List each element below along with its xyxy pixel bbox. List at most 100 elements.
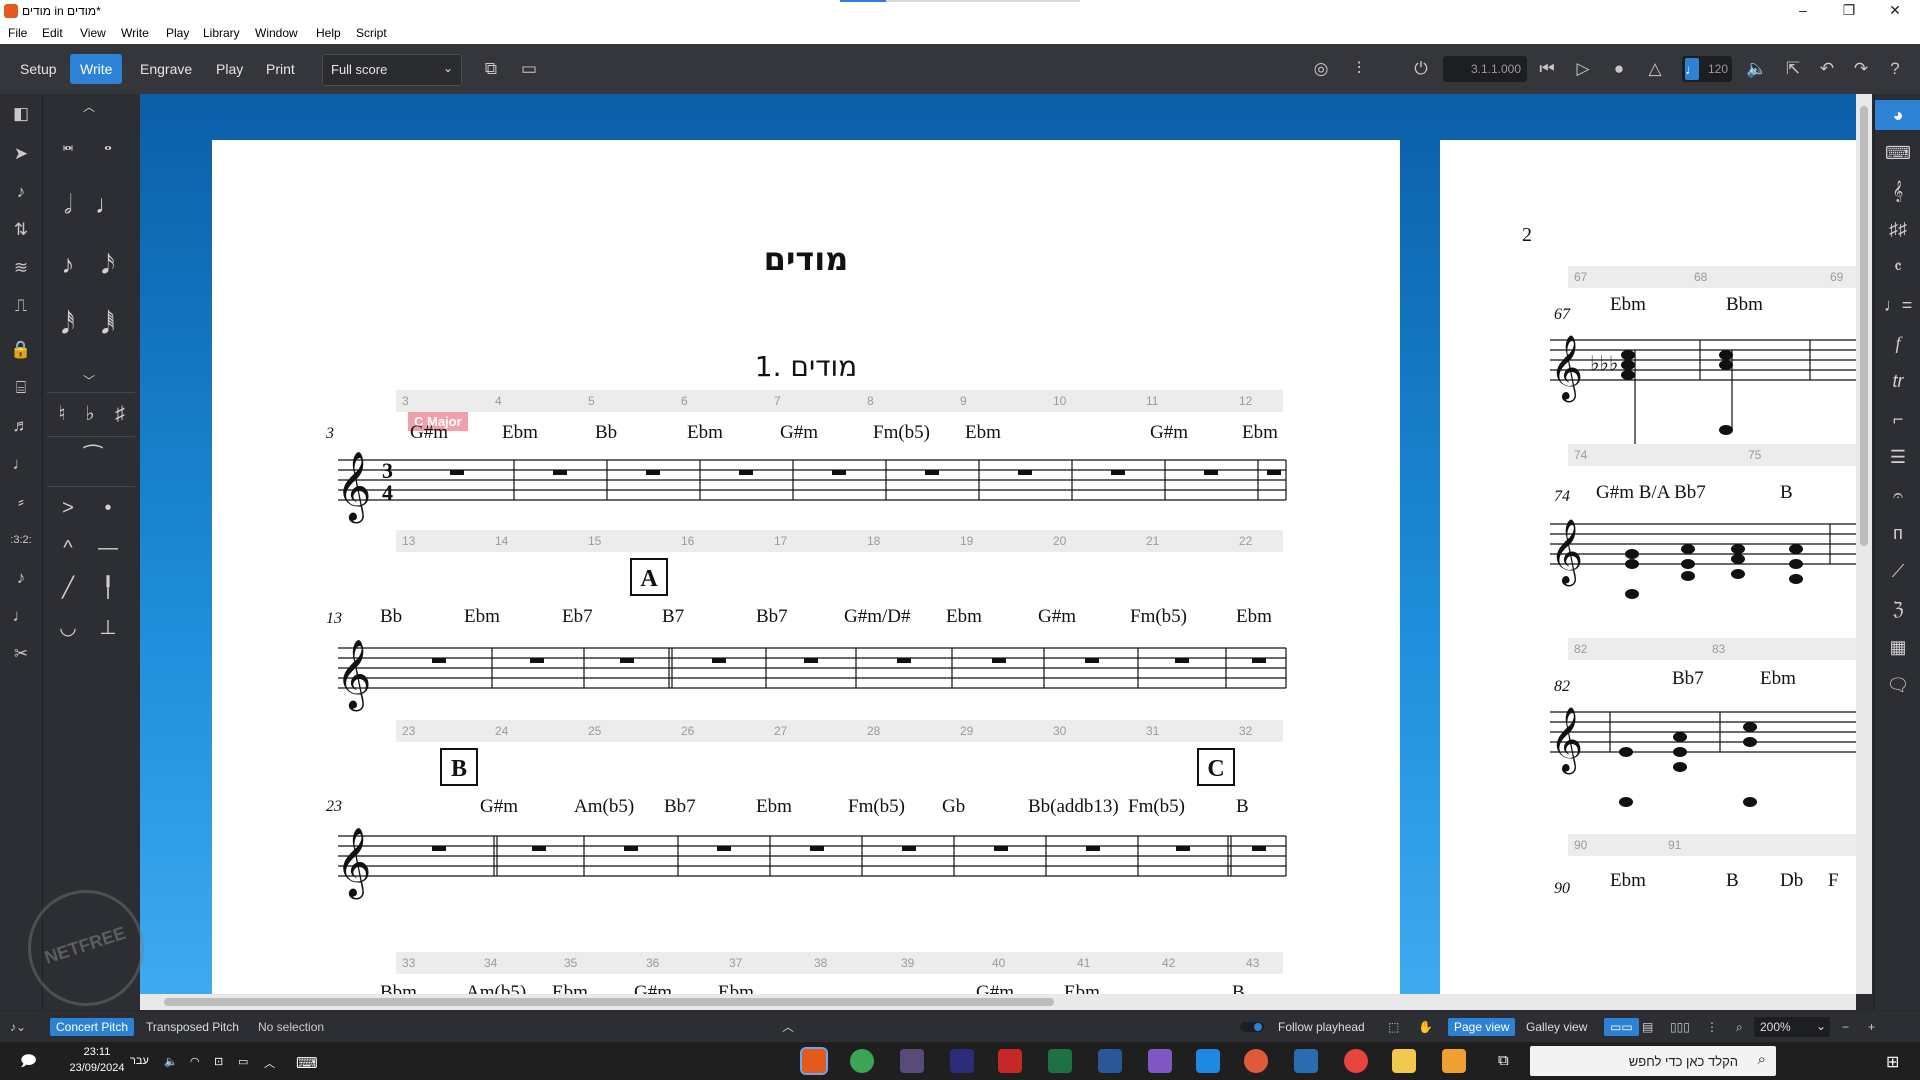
- power-icon[interactable]: ⏻: [1410, 58, 1432, 80]
- insert-icon[interactable]: ⎍: [0, 292, 42, 320]
- word-icon[interactable]: [1098, 1049, 1122, 1073]
- playing-techniques-icon[interactable]: ᴨ: [1875, 518, 1920, 548]
- tab-engrave[interactable]: Engrave: [130, 54, 202, 84]
- scissors-icon[interactable]: ✂: [0, 640, 42, 668]
- chevron-up-icon[interactable]: ︿: [264, 1055, 275, 1071]
- menu-file[interactable]: File: [8, 26, 27, 40]
- vertical-pages-icon[interactable]: ▤: [1636, 1018, 1659, 1036]
- chord-symbol[interactable]: Ebm: [1236, 606, 1272, 628]
- score-canvas[interactable]: מודים 1. מודים 3 4 5 6 7 8 9 10 11 12 3 …: [140, 94, 1856, 994]
- metronome-icon[interactable]: △: [1644, 58, 1666, 80]
- chord-symbol[interactable]: Bb: [380, 606, 402, 628]
- lines-icon[interactable]: ⟋: [1875, 556, 1920, 586]
- flat-icon[interactable]: ♭: [73, 400, 107, 428]
- chord-symbol[interactable]: B: [1780, 482, 1793, 504]
- tab-write[interactable]: Write: [70, 54, 123, 84]
- note-input-options-icon[interactable]: ♪⌄: [4, 1018, 32, 1036]
- record-icon[interactable]: ●: [1608, 58, 1630, 80]
- tab-setup[interactable]: Setup: [10, 54, 67, 84]
- staccato-icon[interactable]: •: [91, 494, 125, 522]
- score-page-1[interactable]: מודים 1. מודים 3 4 5 6 7 8 9 10 11 12 3 …: [212, 140, 1400, 994]
- chord-symbol[interactable]: B7: [662, 606, 684, 628]
- new-tab-icon[interactable]: ⧉: [480, 58, 502, 80]
- chord-symbol[interactable]: G#m: [976, 982, 1014, 994]
- menu-script[interactable]: Script: [356, 26, 387, 40]
- note-input-icon[interactable]: ♪: [0, 178, 42, 206]
- quarter-note-icon[interactable]: ♩: [91, 190, 125, 218]
- dynamics-icon[interactable]: f: [1875, 328, 1920, 358]
- tremolo-icon[interactable]: ≋: [0, 254, 42, 282]
- speaker-icon[interactable]: 🔈: [1746, 58, 1768, 80]
- comments-icon[interactable]: 🗨: [1875, 670, 1920, 700]
- time-signature-icon[interactable]: 𝄴: [1875, 252, 1920, 282]
- window-icon[interactable]: ▭: [518, 58, 540, 80]
- chrome-icon[interactable]: [1344, 1049, 1368, 1073]
- chord-symbol[interactable]: Ebm: [1610, 294, 1646, 316]
- horizontal-pages-icon[interactable]: ▯▯▯: [1664, 1018, 1696, 1036]
- keyboard-icon[interactable]: ⌨: [1875, 138, 1920, 168]
- transposed-pitch-button[interactable]: Transposed Pitch: [140, 1018, 245, 1036]
- staff-system-1[interactable]: 𝄞 3 4: [322, 440, 1322, 530]
- slur-icon[interactable]: ⁀: [73, 444, 113, 472]
- clock-date[interactable]: 23/09/2024: [60, 1062, 134, 1074]
- select-arrow-icon[interactable]: ➤: [0, 140, 42, 168]
- tenuto-icon[interactable]: —: [91, 534, 125, 562]
- repeat-endings-icon[interactable]: ⌐: [1875, 404, 1920, 434]
- breve-icon[interactable]: 𝅜: [51, 130, 85, 158]
- key-signature-icon[interactable]: ♯♯: [1875, 214, 1920, 244]
- stress-icon[interactable]: ╿: [91, 574, 125, 602]
- redo-icon[interactable]: ↷: [1850, 58, 1872, 80]
- premiere-icon[interactable]: [950, 1049, 974, 1073]
- staff-system-3[interactable]: 𝄞: [322, 816, 1322, 906]
- chord-symbol[interactable]: Bb7: [664, 796, 696, 818]
- slash-icon[interactable]: ⸗: [0, 488, 42, 516]
- task-view-icon[interactable]: ⧉: [1498, 1052, 1509, 1069]
- clef-icon[interactable]: 𝄞: [1875, 176, 1920, 206]
- help-icon[interactable]: ?: [1884, 58, 1906, 80]
- wifi-icon[interactable]: ◠: [190, 1055, 200, 1068]
- chord-symbol[interactable]: Ebm: [946, 606, 982, 628]
- chord-symbol[interactable]: Bb7: [756, 606, 788, 628]
- taskbar-search-box[interactable]: הקלד כאן כדי לחפש ⌕: [1530, 1046, 1776, 1076]
- menu-edit[interactable]: Edit: [42, 26, 63, 40]
- zoom-out-icon[interactable]: −: [1836, 1018, 1855, 1036]
- video-app-icon[interactable]: [900, 1049, 924, 1073]
- tie-icon[interactable]: ◡: [51, 614, 85, 642]
- chord-symbol[interactable]: Bb7: [1672, 668, 1704, 690]
- camera-icon[interactable]: ⊡: [214, 1055, 223, 1068]
- properties-palette-icon[interactable]: ◕: [1875, 100, 1920, 130]
- video-icon[interactable]: ▦: [1875, 632, 1920, 662]
- mixer-icon[interactable]: ◎: [1310, 58, 1332, 80]
- chord-symbol[interactable]: Gb: [942, 796, 965, 818]
- chord-symbol[interactable]: B: [1232, 982, 1245, 994]
- grace-note-icon[interactable]: ♬: [0, 412, 42, 440]
- ornaments-icon[interactable]: tr: [1875, 366, 1920, 396]
- keyboard-icon[interactable]: ⌨: [296, 1054, 318, 1072]
- horizontal-scrollbar[interactable]: [140, 994, 1856, 1010]
- close-button[interactable]: ✕: [1872, 0, 1918, 22]
- tab-print[interactable]: Print: [256, 54, 305, 84]
- score-page-2[interactable]: 2 67 68 69 67 Ebm Bbm 𝄞 ♭♭♭ 74 75 74 G#m…: [1440, 140, 1856, 994]
- rehearsal-mark[interactable]: C: [1197, 748, 1235, 786]
- layout-selector[interactable]: Full score ⌄: [322, 54, 462, 86]
- chord-symbol[interactable]: Ebm: [1064, 982, 1100, 994]
- bars-icon[interactable]: ☰: [1875, 442, 1920, 472]
- chord-symbol[interactable]: G#m: [1038, 606, 1076, 628]
- vertical-scrollbar[interactable]: [1856, 94, 1872, 994]
- chord-symbol[interactable]: Ebm: [718, 982, 754, 994]
- maximize-button[interactable]: ❐: [1826, 0, 1872, 22]
- undo-icon[interactable]: ↶: [1816, 58, 1838, 80]
- chevron-up-icon[interactable]: ︿: [776, 1018, 800, 1036]
- staff-page2-system-3[interactable]: 𝄞: [1550, 692, 1856, 832]
- windows-start-icon[interactable]: ⊞: [1886, 1052, 1899, 1072]
- chord-symbol[interactable]: Ebm: [1760, 668, 1796, 690]
- chord-input-icon[interactable]: ⇅: [0, 216, 42, 244]
- scroll-down-icon[interactable]: ﹀: [83, 372, 95, 389]
- unstress-icon[interactable]: ⊥: [91, 614, 125, 642]
- marcato-icon[interactable]: ^: [51, 534, 85, 562]
- harp-pedal-icon[interactable]: ℨ: [1875, 594, 1920, 624]
- tab-play[interactable]: Play: [206, 54, 253, 84]
- 64th-note-icon[interactable]: 𝅘𝅥𝅱: [91, 310, 125, 338]
- chord-symbol[interactable]: G#m: [480, 796, 518, 818]
- sharp-icon[interactable]: ♯: [103, 400, 137, 428]
